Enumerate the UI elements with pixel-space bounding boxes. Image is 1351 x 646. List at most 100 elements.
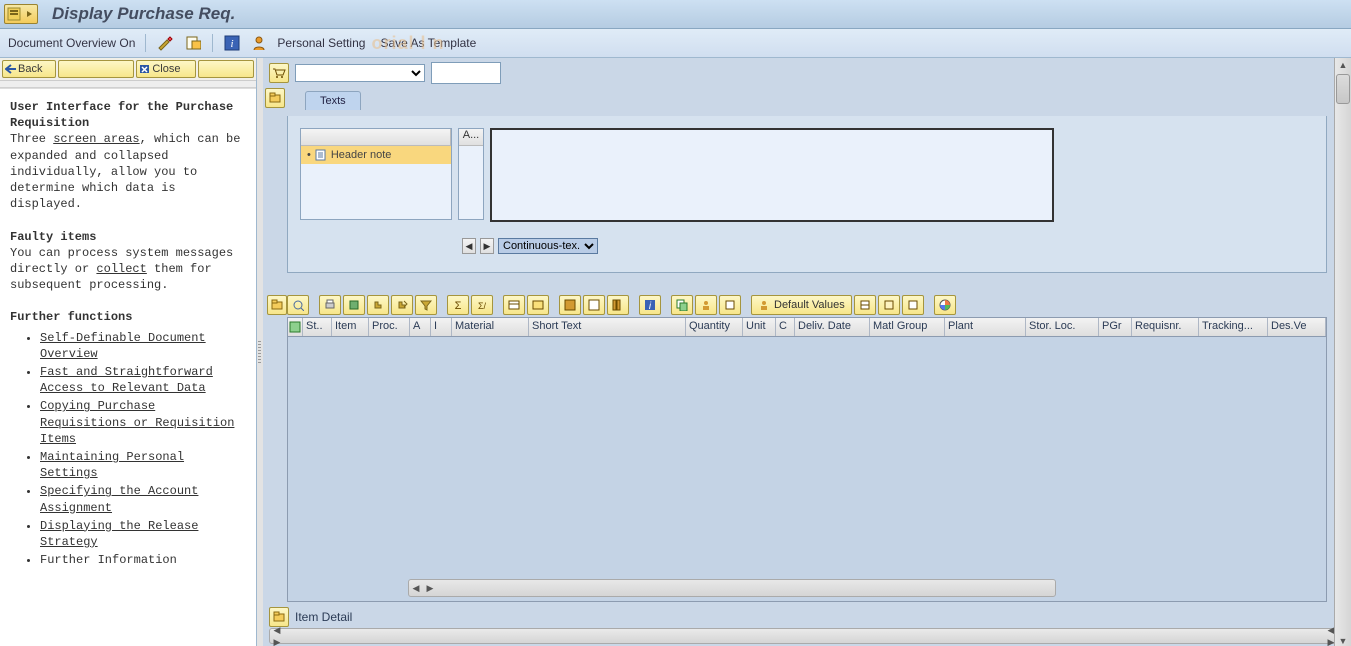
sum-icon[interactable]: Σ — [447, 295, 469, 315]
doc-type-select[interactable] — [295, 64, 425, 82]
help-link[interactable]: Displaying the Release Strategy — [40, 519, 198, 549]
vertical-scrollbar[interactable]: ▲ ▼ — [1334, 58, 1351, 646]
filter-icon[interactable] — [415, 295, 437, 315]
title-bar: Display Purchase Req. — [0, 0, 1351, 29]
chart-icon[interactable] — [934, 295, 956, 315]
grid-body[interactable]: ◀ ▶ — [287, 337, 1327, 602]
help-link[interactable]: Self-Definable Document Overview — [40, 331, 206, 361]
item-overview: Σ Σ/ i Default Values — [269, 293, 1327, 602]
download-icon[interactable] — [527, 295, 549, 315]
row-selector-header[interactable] — [288, 318, 303, 336]
print-icon[interactable] — [319, 295, 341, 315]
help-link[interactable]: Copying Purchase Requisitions or Requisi… — [40, 399, 234, 445]
find-next-icon[interactable] — [391, 295, 413, 315]
col-tracking[interactable]: Tracking... — [1199, 318, 1268, 336]
col-plant[interactable]: Plant — [945, 318, 1026, 336]
create-icon[interactable] — [156, 34, 174, 52]
help-p1b[interactable]: screen areas — [53, 132, 139, 146]
header-note-row[interactable]: • Header note — [301, 146, 451, 164]
col-delivdate[interactable]: Deliv. Date — [795, 318, 870, 336]
col-qty[interactable]: Quantity — [686, 318, 743, 336]
help-nav-bar: Back Close — [0, 58, 256, 81]
subtotal-icon[interactable]: Σ/ — [471, 295, 493, 315]
document-overview-button[interactable]: Document Overview On — [8, 36, 135, 50]
long-text-editor[interactable] — [490, 128, 1054, 222]
services-icon[interactable] — [695, 295, 717, 315]
personal-setting-button[interactable]: Personal Setting — [277, 36, 365, 50]
help-link[interactable]: Maintaining Personal Settings — [40, 450, 184, 480]
texts-section: • Header note A... ◀ ▶ Continuous-tex.. — [287, 116, 1327, 273]
tab-texts[interactable]: Texts — [305, 91, 361, 110]
col-c[interactable]: C — [776, 318, 795, 336]
col-unit[interactable]: Unit — [743, 318, 776, 336]
bottom-h-scrollbar[interactable]: ◀▶ ◀▶ — [269, 628, 1339, 644]
col-matlgroup[interactable]: Matl Group — [870, 318, 945, 336]
col-desve[interactable]: Des.Ve — [1268, 318, 1326, 336]
scroll-up-icon[interactable]: ▲ — [1336, 58, 1350, 72]
help-h1: User Interface for the Purchase Requisit… — [10, 100, 233, 130]
svg-text:Σ/: Σ/ — [478, 301, 487, 311]
app-menu-icon[interactable] — [4, 4, 38, 24]
scroll-left-icon[interactable]: ◀ — [270, 624, 284, 636]
help-link[interactable]: Specifying the Account Assignment — [40, 484, 198, 514]
other-pr-icon[interactable] — [184, 34, 202, 52]
col-storloc[interactable]: Stor. Loc. — [1026, 318, 1099, 336]
delete-layout-icon[interactable] — [902, 295, 924, 315]
app-toolbar: Document Overview On i Personal Setting … — [0, 29, 1351, 58]
variant-icon[interactable] — [854, 295, 876, 315]
col-item[interactable]: Item — [332, 318, 369, 336]
help-p2b[interactable]: collect — [96, 262, 146, 276]
grid-h-scrollbar[interactable]: ◀ ▶ — [408, 579, 1056, 597]
details-icon[interactable] — [287, 295, 309, 315]
col-requisnr[interactable]: Requisnr. — [1132, 318, 1199, 336]
help-extra-button[interactable] — [198, 60, 254, 78]
columns-icon[interactable] — [607, 295, 629, 315]
back-button[interactable]: Back — [2, 60, 56, 78]
help-link[interactable]: Fast and Straightforward Access to Relev… — [40, 365, 213, 395]
col-material[interactable]: Material — [452, 318, 529, 336]
prev-text-icon[interactable]: ◀ — [462, 238, 476, 254]
next-text-icon[interactable]: ▶ — [480, 238, 494, 254]
help-links-list: Self-Definable Document Overview Fast an… — [12, 330, 246, 569]
help-link[interactable]: Further Information — [40, 553, 177, 567]
copy-icon[interactable] — [671, 295, 693, 315]
bullet-icon: • — [307, 149, 311, 161]
cart-icon[interactable] — [269, 63, 289, 83]
help-content: User Interface for the Purchase Requisit… — [0, 88, 256, 646]
col-a[interactable]: A — [410, 318, 431, 336]
default-values-button[interactable]: Default Values — [751, 295, 852, 315]
attach-icon[interactable] — [719, 295, 741, 315]
scroll-right-icon[interactable]: ▶ — [423, 581, 437, 595]
header-tab-strip: Texts — [287, 88, 1351, 110]
col-i[interactable]: I — [431, 318, 452, 336]
save-layout-icon[interactable] — [878, 295, 900, 315]
export-icon[interactable] — [343, 295, 365, 315]
scroll-left-icon[interactable]: ◀ — [409, 581, 423, 595]
col-shorttext[interactable]: Short Text — [529, 318, 686, 336]
collapse-items-icon[interactable] — [267, 295, 287, 315]
collapse-header-icon[interactable] — [265, 88, 285, 108]
help-h2: Faulty items — [10, 230, 96, 244]
close-button[interactable]: Close — [136, 60, 196, 78]
col-status[interactable]: St.. — [303, 318, 332, 336]
default-values-label: Default Values — [774, 299, 845, 311]
page-title: Display Purchase Req. — [52, 4, 235, 24]
deselect-all-icon[interactable] — [583, 295, 605, 315]
select-all-icon[interactable] — [559, 295, 581, 315]
info-icon[interactable]: i — [639, 295, 661, 315]
back-label: Back — [18, 63, 42, 75]
forward-button[interactable] — [58, 60, 134, 78]
grid-toolbar: Σ Σ/ i Default Values — [287, 293, 1327, 317]
help-icon[interactable]: i — [223, 34, 241, 52]
scroll-right-icon[interactable]: ▶ — [270, 636, 284, 646]
text-type-tree[interactable]: • Header note — [300, 128, 452, 220]
doc-number-input[interactable] — [431, 62, 501, 84]
col-proc[interactable]: Proc. — [369, 318, 410, 336]
scroll-down-icon[interactable]: ▼ — [1336, 634, 1350, 646]
col-pgr[interactable]: PGr — [1099, 318, 1132, 336]
find-icon[interactable] — [367, 295, 389, 315]
close-label: Close — [152, 63, 180, 75]
layout-icon[interactable] — [503, 295, 525, 315]
personal-setting-icon[interactable] — [251, 34, 267, 52]
text-format-select[interactable]: Continuous-tex.. — [498, 238, 598, 254]
